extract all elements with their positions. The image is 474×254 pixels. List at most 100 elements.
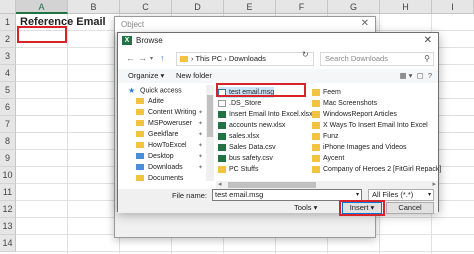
- cancel-button[interactable]: Cancel: [386, 202, 434, 214]
- column-header-i[interactable]: I: [432, 0, 474, 14]
- column-header-f[interactable]: F: [276, 0, 328, 14]
- column-header-c[interactable]: C: [120, 0, 172, 14]
- file-item-insert-email-xlsx[interactable]: Insert Email Into Excel.xlsx: [218, 109, 313, 120]
- view-options-icon[interactable]: ▦ ▾ ▢ ?: [399, 69, 432, 83]
- file-name-label: File name:: [172, 191, 208, 200]
- browse-title-bar: X Browse ✕: [118, 33, 438, 48]
- scroll-right-icon[interactable]: ▸: [432, 180, 436, 188]
- select-all-corner[interactable]: [0, 0, 16, 14]
- file-item-windowsreport[interactable]: WindowsReport Articles: [312, 109, 397, 120]
- forward-arrow-icon[interactable]: →: [138, 53, 147, 63]
- folder-icon: [136, 98, 144, 105]
- selected-file-highlight: [216, 83, 306, 97]
- address-input[interactable]: › This PC › Downloads: [176, 52, 314, 66]
- folder-icon: [136, 120, 144, 127]
- breadcrumb-downloads[interactable]: Downloads: [229, 54, 266, 63]
- breadcrumb-sep-icon: ›: [224, 54, 227, 63]
- row-header-9[interactable]: 9: [0, 150, 16, 167]
- folder-icon: [312, 144, 320, 151]
- nav-item-geekflare[interactable]: Geekflare: [136, 129, 178, 140]
- organize-button[interactable]: Organize ▾: [128, 69, 164, 83]
- row-header-5[interactable]: 5: [0, 82, 16, 99]
- recent-dropdown-icon[interactable]: ▾: [150, 55, 153, 62]
- column-header-g[interactable]: G: [328, 0, 380, 14]
- chevron-down-icon[interactable]: ▾: [356, 190, 359, 200]
- folder-icon: [136, 109, 144, 116]
- row-header-12[interactable]: 12: [0, 201, 16, 218]
- file-item-sales-data[interactable]: Sales Data.csv: [218, 142, 276, 153]
- column-header-d[interactable]: D: [172, 0, 224, 14]
- file-item-pc-stuffs[interactable]: PC Stuffs: [218, 164, 258, 175]
- nav-item-desktop[interactable]: Desktop: [136, 151, 174, 162]
- pin-icon: ✦: [198, 165, 204, 171]
- close-icon[interactable]: ✕: [361, 18, 369, 29]
- grid-line: [67, 14, 68, 254]
- row-header-14[interactable]: 14: [0, 235, 16, 252]
- close-icon[interactable]: ✕: [424, 33, 432, 48]
- row-header-10[interactable]: 10: [0, 167, 16, 184]
- nav-item-content-writing[interactable]: Content Writing: [136, 107, 196, 118]
- scrollbar-thumb[interactable]: [228, 182, 316, 188]
- row-header-6[interactable]: 6: [0, 99, 16, 116]
- file-item-aycent[interactable]: Aycent: [312, 153, 344, 164]
- row-header-2[interactable]: 2: [0, 31, 16, 48]
- scrollbar-thumb[interactable]: [207, 95, 213, 137]
- row-header-3[interactable]: 3: [0, 48, 16, 65]
- browse-dialog: X Browse ✕ ← → ▾ ↑ › This PC › Downloads…: [117, 32, 441, 216]
- row-header-8[interactable]: 8: [0, 133, 16, 150]
- file-item-ds-store[interactable]: .DS_Store: [218, 98, 261, 109]
- row-header-1[interactable]: 1: [0, 14, 16, 31]
- scroll-left-icon[interactable]: ◂: [218, 180, 222, 188]
- folder-icon: [312, 89, 320, 96]
- nav-item-quick-access[interactable]: ★ Quick access: [128, 85, 182, 96]
- excel-icon: X: [122, 36, 132, 45]
- tools-dropdown[interactable]: Tools ▾: [294, 203, 317, 213]
- breadcrumb-sep-icon: ›: [191, 54, 194, 63]
- column-header-a[interactable]: A: [16, 0, 68, 14]
- nav-item-documents[interactable]: Documents: [136, 173, 183, 184]
- search-input[interactable]: Search Downloads ⚲: [320, 52, 434, 66]
- nav-scrollbar[interactable]: [206, 85, 214, 181]
- row-header-4[interactable]: 4: [0, 65, 16, 82]
- folder-icon: [136, 142, 144, 149]
- row-header-7[interactable]: 7: [0, 116, 16, 133]
- column-header-h[interactable]: H: [380, 0, 432, 14]
- column-header-b[interactable]: B: [68, 0, 120, 14]
- row-header-11[interactable]: 11: [0, 184, 16, 201]
- excel-file-icon: [218, 122, 226, 129]
- file-list: test email.msg .DS_Store Insert Email In…: [216, 85, 441, 181]
- nav-item-downloads[interactable]: Downloads: [136, 162, 183, 173]
- pin-icon: ✦: [198, 132, 204, 138]
- nav-item-howtoexcel[interactable]: HowToExcel: [136, 140, 187, 151]
- file-item-company-of-heroes[interactable]: Company of Heroes 2 [FitGirl Repack]: [312, 164, 441, 175]
- download-icon: [136, 164, 144, 171]
- refresh-icon[interactable]: ↻: [302, 50, 309, 59]
- file-item-funz[interactable]: Funz: [312, 131, 339, 142]
- breadcrumb-this-pc[interactable]: This PC: [195, 54, 222, 63]
- file-item-mac-screenshots[interactable]: Mac Screenshots: [312, 98, 377, 109]
- folder-icon: [312, 100, 320, 107]
- column-header-e[interactable]: E: [224, 0, 276, 14]
- document-folder-icon: [136, 175, 144, 182]
- folder-icon: [136, 131, 144, 138]
- up-arrow-icon[interactable]: ↑: [160, 53, 165, 63]
- file-item-accounts-new[interactable]: accounts new.xlsx: [218, 120, 285, 131]
- nav-item-mspoweruser[interactable]: MSPoweruser: [136, 118, 192, 129]
- file-item-bus-safety[interactable]: bus safety.csv: [218, 153, 273, 164]
- file-item-feem[interactable]: Feem: [312, 87, 341, 98]
- object-dialog-title: Object: [115, 17, 375, 32]
- nav-item-adite[interactable]: Adite: [136, 96, 164, 107]
- folder-icon: [180, 56, 188, 62]
- cell-a2-selected[interactable]: [17, 26, 67, 43]
- file-item-sales[interactable]: sales.xlsx: [218, 131, 259, 142]
- file-item-x-ways[interactable]: X Ways To Insert Email Into Excel: [312, 120, 428, 131]
- file-item-iphone-images[interactable]: iPhone Images and Videos: [312, 142, 407, 153]
- back-arrow-icon[interactable]: ←: [126, 53, 135, 63]
- new-folder-button[interactable]: New folder: [176, 69, 212, 83]
- pin-icon: ✦: [198, 143, 204, 149]
- csv-file-icon: [218, 155, 226, 162]
- row-header-13[interactable]: 13: [0, 218, 16, 235]
- file-list-scrollbar[interactable]: ◂ ▸: [216, 181, 438, 189]
- address-bar: ← → ▾ ↑ › This PC › Downloads ↻ Search D…: [118, 50, 438, 68]
- browse-title: Browse: [136, 36, 163, 45]
